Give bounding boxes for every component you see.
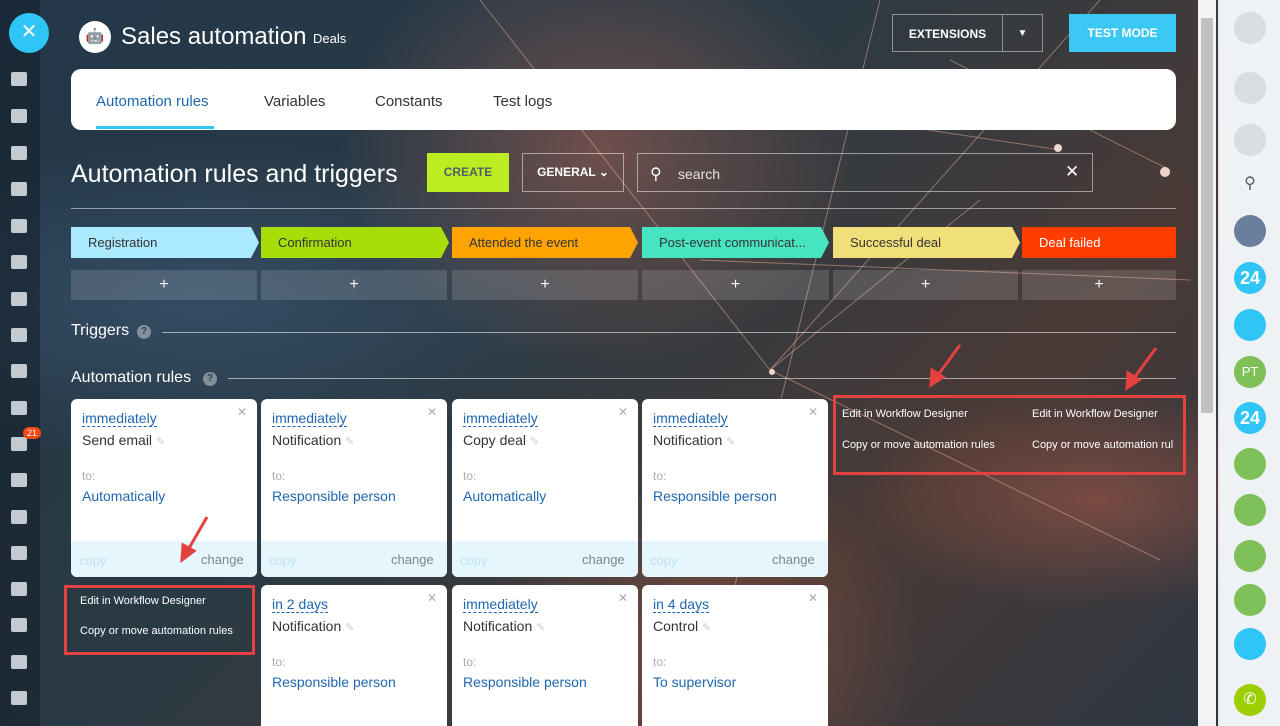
mobile-app-icon[interactable] xyxy=(1234,628,1266,660)
help-icon[interactable] xyxy=(1234,12,1266,44)
annotation-arrows xyxy=(180,344,1158,564)
bell-icon[interactable] xyxy=(1234,72,1266,104)
phone-icon[interactable]: ✆ xyxy=(1234,684,1266,716)
right-sidebar: ⚲ 24 PT 24 ✆ xyxy=(1218,0,1280,726)
user-initials-avatar[interactable]: PT xyxy=(1234,356,1266,388)
group-chat-icon[interactable] xyxy=(1234,584,1266,616)
avatar[interactable] xyxy=(1234,215,1266,247)
calendar-icon[interactable] xyxy=(1234,309,1266,341)
b24-chat-icon[interactable]: 24 xyxy=(1234,402,1266,434)
group-chat-icon[interactable] xyxy=(1234,494,1266,526)
group-chat-icon[interactable] xyxy=(1234,540,1266,572)
b24-chat-icon[interactable]: 24 xyxy=(1234,262,1266,294)
search-icon[interactable]: ⚲ xyxy=(1234,168,1266,200)
chat-icon[interactable] xyxy=(1234,124,1266,156)
scrollbar-thumb[interactable] xyxy=(1201,18,1213,413)
group-chat-icon[interactable] xyxy=(1234,448,1266,480)
